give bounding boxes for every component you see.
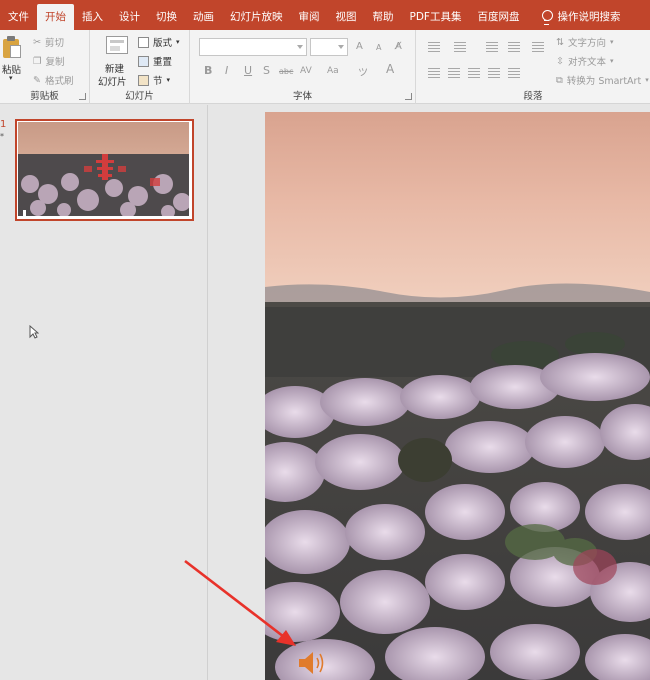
tab-design[interactable]: 设计 [111, 4, 148, 30]
cut-button[interactable]: ✂ 剪切 [33, 35, 64, 50]
line-spacing-icon[interactable] [532, 42, 544, 52]
ribbon-home: 粘贴 ▾ ✂ 剪切 ❐ 复制 ✎ 格式刷 剪贴板 新建 幻灯片 版式 ▾ 重置 … [0, 30, 650, 104]
underline-button[interactable]: U [244, 64, 252, 77]
align-left-icon[interactable] [428, 68, 440, 78]
cut-icon: ✂ [33, 36, 41, 48]
shadow-button[interactable]: S [263, 64, 270, 77]
new-slide-icon [106, 36, 128, 54]
layout-button[interactable]: 版式 ▾ [138, 35, 180, 49]
shrink-font-button[interactable]: A [376, 43, 381, 52]
numbering-icon[interactable] [454, 42, 466, 52]
italic-button[interactable]: I [225, 64, 228, 77]
new-slide-label-1: 新建 [105, 64, 125, 75]
speaker-icon[interactable] [297, 649, 327, 677]
copy-label: 复制 [45, 57, 65, 68]
grow-font-button[interactable]: A [356, 41, 363, 52]
justify-icon[interactable] [488, 68, 500, 78]
layout-label: 版式 [153, 38, 173, 49]
paste-button[interactable]: 粘贴 ▾ [0, 30, 24, 86]
font-launcher-icon[interactable] [405, 93, 412, 100]
cursor-icon [29, 325, 39, 339]
tab-insert[interactable]: 插入 [74, 4, 111, 30]
strikethrough-button[interactable]: abc [279, 67, 293, 76]
bullets-icon[interactable] [428, 42, 440, 52]
slides-group-label: 幻灯片 [125, 91, 154, 102]
ribbon-tab-bar: 文件 开始 插入 设计 切换 动画 幻灯片放映 审阅 视图 帮助 PDF工具集 … [0, 0, 650, 30]
layout-icon [138, 36, 149, 48]
text-direction-button[interactable]: ⇅ 文字方向 ▾ [556, 35, 614, 50]
tab-pdf-tools[interactable]: PDF工具集 [402, 4, 470, 30]
section-label: 节 [153, 76, 163, 87]
slide-thumbnail-panel: 1 * [0, 105, 208, 680]
columns-icon[interactable] [508, 68, 520, 78]
format-painter-icon: ✎ [33, 74, 41, 86]
text-direction-label: 文字方向 [567, 38, 606, 49]
main-slide-canvas[interactable] [265, 112, 650, 680]
slide-number: 1 [0, 119, 7, 130]
align-right-icon[interactable] [468, 68, 480, 78]
smartart-label: 转换为 SmartArt [566, 76, 642, 87]
slide-transition-star: * [0, 132, 4, 141]
tell-me-label: 操作说明搜索 [557, 11, 621, 23]
cut-label: 剪切 [44, 38, 64, 49]
char-spacing-button[interactable]: AV [300, 66, 312, 76]
tab-view[interactable]: 视图 [328, 4, 365, 30]
change-case-button[interactable]: Aa [327, 66, 339, 76]
format-painter-button[interactable]: ✎ 格式刷 [33, 73, 74, 88]
font-group-label: 字体 [292, 91, 312, 102]
section-button[interactable]: 节 ▾ [138, 73, 170, 87]
paste-icon [3, 36, 21, 58]
red-annotation-arrow-icon [184, 559, 296, 646]
bold-button[interactable]: B [204, 64, 212, 77]
decrease-indent-icon[interactable] [486, 42, 498, 52]
tell-me-search[interactable]: 操作说明搜索 [527, 4, 628, 30]
copy-button[interactable]: ❐ 复制 [33, 54, 65, 69]
format-painter-label: 格式刷 [44, 76, 74, 87]
align-text-icon: ⇳ [556, 55, 564, 67]
cherry-blossom-photo [265, 112, 650, 680]
smartart-icon: ⧉ [556, 74, 563, 86]
highlight-icon[interactable]: ツ [358, 64, 368, 79]
clipboard-group: 粘贴 ▾ ✂ 剪切 ❐ 复制 ✎ 格式刷 剪贴板 [0, 30, 90, 104]
copy-icon: ❐ [33, 55, 42, 67]
slide-thumbnail-image [18, 122, 189, 216]
new-slide-button[interactable]: 新建 幻灯片 [90, 30, 136, 90]
font-color-button[interactable]: A [386, 62, 394, 76]
reset-button[interactable]: 重置 [138, 54, 172, 68]
align-center-icon[interactable] [448, 68, 460, 78]
slide-thumbnail-1[interactable] [15, 119, 194, 221]
paragraph-group: ⇅ 文字方向 ▾ ⇳ 对齐文本 ▾ ⧉ 转换为 SmartArt ▾ 段落 [416, 30, 650, 104]
align-text-button[interactable]: ⇳ 对齐文本 ▾ [556, 54, 614, 69]
tab-animations[interactable]: 动画 [185, 4, 222, 30]
tab-help[interactable]: 帮助 [365, 4, 402, 30]
tab-transitions[interactable]: 切换 [148, 4, 185, 30]
text-direction-icon: ⇅ [556, 36, 564, 48]
clipboard-launcher-icon[interactable] [79, 93, 86, 100]
smartart-button[interactable]: ⧉ 转换为 SmartArt ▾ [556, 73, 649, 88]
clear-format-icon[interactable]: A̸ [395, 41, 402, 52]
tab-baidu-netdisk[interactable]: 百度网盘 [469, 4, 527, 30]
tab-file[interactable]: 文件 [0, 4, 37, 30]
clipboard-group-label: 剪贴板 [30, 91, 59, 102]
powerpoint-window: 文件 开始 插入 设计 切换 动画 幻灯片放映 审阅 视图 帮助 PDF工具集 … [0, 0, 650, 680]
increase-indent-icon[interactable] [508, 42, 520, 52]
tab-home[interactable]: 开始 [37, 4, 74, 30]
reset-icon [138, 55, 149, 67]
align-text-label: 对齐文本 [567, 57, 606, 68]
font-group: A A A̸ B I U S abc AV Aa ツ A 字体 [190, 30, 416, 104]
slides-group: 新建 幻灯片 版式 ▾ 重置 节 ▾ 幻灯片 [90, 30, 190, 104]
font-size-input[interactable] [310, 38, 348, 56]
section-icon [138, 74, 149, 86]
reset-label: 重置 [153, 57, 173, 68]
thumbnail-audio-icon [20, 210, 26, 216]
paragraph-group-label: 段落 [523, 91, 543, 102]
tab-review[interactable]: 审阅 [291, 4, 328, 30]
font-name-input[interactable] [199, 38, 307, 56]
lightbulb-icon [541, 10, 554, 25]
new-slide-label-2: 幻灯片 [98, 77, 127, 88]
tab-slideshow[interactable]: 幻灯片放映 [222, 4, 291, 30]
